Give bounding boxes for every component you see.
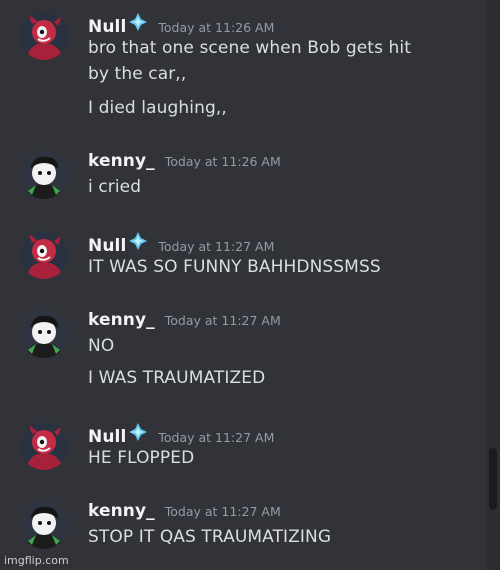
diamond-badge-icon bbox=[129, 423, 148, 441]
message-group: Null Today at 11:27 AM HE FLOPPED bbox=[0, 422, 486, 472]
diamond-badge-icon bbox=[129, 13, 148, 31]
kenny-avatar[interactable] bbox=[20, 501, 68, 549]
message-text: I died laughing,, bbox=[88, 98, 227, 118]
diamond-badge-icon bbox=[129, 232, 148, 250]
message-text: STOP IT QAS TRAUMATIZING bbox=[88, 527, 332, 547]
kenny-avatar[interactable] bbox=[20, 151, 68, 199]
message-text: NO bbox=[88, 336, 115, 356]
timestamp: Today at 11:27 AM bbox=[158, 239, 275, 254]
username[interactable]: Null bbox=[88, 236, 126, 256]
message-group: kenny_ Today at 11:27 AM STOP IT QAS TRA… bbox=[0, 501, 486, 551]
timestamp: Today at 11:26 AM bbox=[158, 20, 275, 35]
timestamp: Today at 11:26 AM bbox=[164, 154, 281, 169]
username[interactable]: Null bbox=[88, 427, 126, 447]
message-header: Null Today at 11:26 AM bbox=[88, 12, 275, 37]
imgflip-watermark: imgflip.com bbox=[4, 554, 69, 567]
kenny-avatar-icon bbox=[20, 310, 68, 358]
message-text: HE FLOPPED bbox=[88, 448, 195, 468]
message-text: I WAS TRAUMATIZED bbox=[88, 368, 266, 388]
message-text: by the car,, bbox=[88, 64, 187, 84]
chat-message-list: Null Today at 11:26 AM bro that one scen… bbox=[0, 0, 486, 570]
null-avatar[interactable] bbox=[20, 231, 68, 279]
message-group: kenny_ Today at 11:26 AM i cried bbox=[0, 151, 486, 201]
message-header: kenny_ Today at 11:26 AM bbox=[88, 151, 281, 175]
timestamp: Today at 11:27 AM bbox=[164, 313, 281, 328]
null-avatar[interactable] bbox=[20, 422, 68, 470]
timestamp: Today at 11:27 AM bbox=[164, 504, 281, 519]
kenny-avatar[interactable] bbox=[20, 310, 68, 358]
message-group: kenny_ Today at 11:27 AM NO I WAS TRAUMA… bbox=[0, 310, 486, 394]
kenny-avatar-icon bbox=[20, 151, 68, 199]
message-text: IT WAS SO FUNNY BAHHDNSSMSS bbox=[88, 257, 381, 277]
message-header: Null Today at 11:27 AM bbox=[88, 231, 275, 256]
null-avatar-icon bbox=[20, 422, 68, 470]
username[interactable]: kenny_ bbox=[88, 310, 155, 330]
message-header: kenny_ Today at 11:27 AM bbox=[88, 310, 281, 334]
null-avatar-icon bbox=[20, 12, 68, 60]
scrollbar-thumb[interactable] bbox=[489, 448, 497, 510]
username[interactable]: kenny_ bbox=[88, 501, 155, 521]
message-text: bro that one scene when Bob gets hit bbox=[88, 38, 411, 58]
message-group: Null Today at 11:27 AM IT WAS SO FUNNY B… bbox=[0, 231, 486, 281]
username[interactable]: kenny_ bbox=[88, 151, 155, 171]
timestamp: Today at 11:27 AM bbox=[158, 430, 275, 445]
null-avatar-icon bbox=[20, 231, 68, 279]
message-header: kenny_ Today at 11:27 AM bbox=[88, 501, 281, 525]
username[interactable]: Null bbox=[88, 17, 126, 37]
kenny-avatar-icon bbox=[20, 501, 68, 549]
null-avatar[interactable] bbox=[20, 12, 68, 60]
scrollbar-track[interactable] bbox=[486, 0, 500, 570]
message-group: Null Today at 11:26 AM bro that one scen… bbox=[0, 12, 486, 122]
message-text: i cried bbox=[88, 177, 142, 197]
message-header: Null Today at 11:27 AM bbox=[88, 422, 275, 447]
